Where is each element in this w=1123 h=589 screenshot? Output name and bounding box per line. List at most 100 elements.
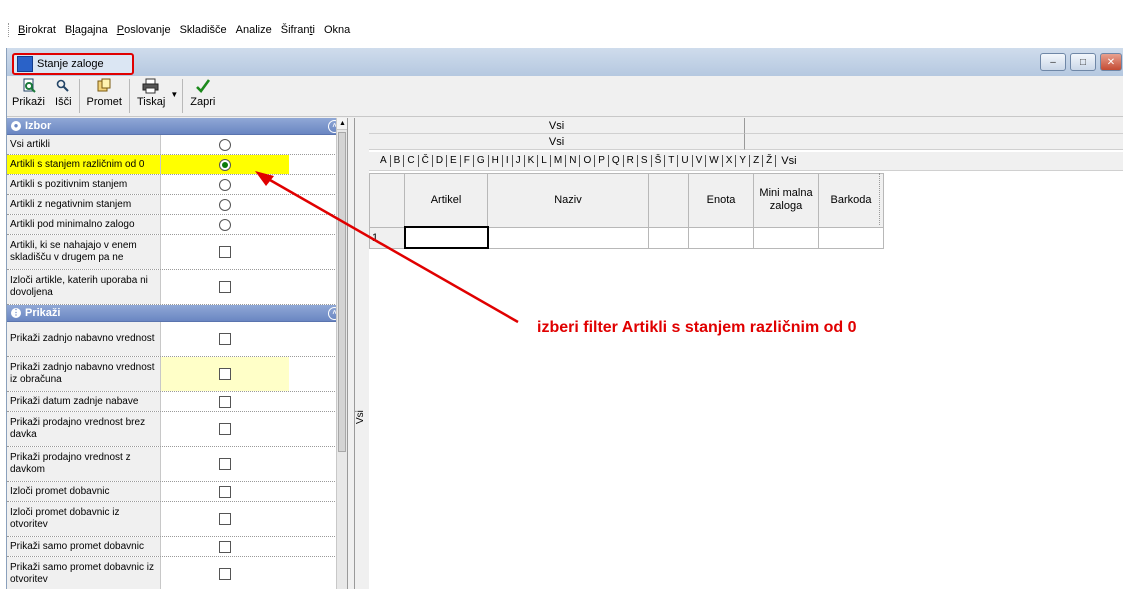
alphabet-filter-letter[interactable]: V <box>693 155 707 167</box>
prikazi-row[interactable]: Prikaži samo promet dobavnic <box>7 537 347 557</box>
close-button[interactable]: ✕ <box>1100 53 1122 71</box>
izbor-row[interactable]: Izloči artikle, katerih uporaba ni dovol… <box>7 270 347 305</box>
zapri-button[interactable]: Zapri <box>185 76 220 116</box>
column-header-blank[interactable] <box>648 173 689 228</box>
prikazi-row[interactable]: Prikaži datum zadnje nabave <box>7 392 347 412</box>
radio-button[interactable] <box>219 138 231 151</box>
column-header-minimalna-zaloga[interactable]: Mini malna zaloga <box>753 173 819 228</box>
prikazi-row[interactable]: Prikaži zadnjo nabavno vrednost <box>7 322 347 357</box>
menu-analize[interactable]: Analize <box>236 24 272 36</box>
filter-panel-scrollbar[interactable]: ▲ <box>336 118 347 589</box>
menu-sifranti[interactable]: Šifranti <box>281 24 315 36</box>
alphabet-filter-letter[interactable]: N <box>566 155 581 167</box>
maximize-button[interactable]: □ <box>1070 53 1096 71</box>
izbor-row[interactable]: Artikli, ki se nahajajo v enem skladišču… <box>7 235 347 270</box>
alphabet-filter-letter[interactable]: E <box>447 155 461 167</box>
alphabet-filter-letter[interactable]: L <box>538 155 551 167</box>
prikazi-row[interactable]: Prikaži samo promet dobavnic iz otvorite… <box>7 557 347 589</box>
alphabet-filter-letter[interactable]: F <box>461 155 474 167</box>
alphabet-filter-all[interactable]: Vsi <box>776 155 799 167</box>
checkbox[interactable] <box>219 513 231 525</box>
izbor-row[interactable]: Artikli s stanjem različnim od 0 <box>7 155 347 175</box>
table-row[interactable]: 1 <box>369 226 884 249</box>
column-header-enota[interactable]: Enota <box>688 173 754 228</box>
cell-minimalna-zaloga[interactable] <box>753 226 819 249</box>
promet-button[interactable]: Promet <box>82 76 127 116</box>
izbor-row[interactable]: Vsi artikli <box>7 135 347 155</box>
menu-skladisce[interactable]: Skladišče <box>180 24 227 36</box>
vertical-tab-vsi[interactable]: Vsi <box>354 118 370 589</box>
checkbox[interactable] <box>219 368 231 380</box>
prikazi-row[interactable]: Prikaži prodajno vrednost brez davka <box>7 412 347 447</box>
prikazi-row[interactable]: Izloči promet dobavnic <box>7 482 347 502</box>
tiskaj-dropdown[interactable]: ▼ <box>170 76 180 116</box>
column-header-artikel[interactable]: Artikel <box>404 173 488 228</box>
tiskaj-button[interactable]: Tiskaj <box>132 76 170 116</box>
izbor-row[interactable]: Artikli pod minimalno zalogo <box>7 215 347 235</box>
checkbox[interactable] <box>219 333 231 345</box>
prikazi-row[interactable]: Prikaži zadnjo nabavno vrednost iz obrač… <box>7 357 347 392</box>
checkbox[interactable] <box>219 246 231 258</box>
minimize-button[interactable]: – <box>1040 53 1066 71</box>
column-header-barkoda[interactable]: Barkoda <box>818 173 884 228</box>
cell-barkoda[interactable] <box>818 226 884 249</box>
alphabet-filter-letter[interactable]: G <box>474 155 489 167</box>
isci-button[interactable]: Išči <box>50 76 77 116</box>
group-header-cell[interactable]: Vsi <box>369 134 745 150</box>
alphabet-filter-letter[interactable]: H <box>489 155 503 167</box>
alphabet-filter-letter[interactable]: P <box>595 155 609 167</box>
alphabet-filter-letter[interactable]: Š <box>652 155 666 167</box>
alphabet-filter-letter[interactable]: T <box>665 155 679 167</box>
menu-poslovanje[interactable]: Poslovanje <box>117 24 171 36</box>
alphabet-filter-letter[interactable]: Q <box>609 155 624 167</box>
alphabet-filter-letter[interactable]: Z <box>750 155 764 167</box>
alphabet-filter-letter[interactable]: I <box>503 155 513 167</box>
alphabet-filter-letter[interactable]: M <box>551 155 567 167</box>
alphabet-filter-letter[interactable]: Ž <box>763 155 777 167</box>
checkbox[interactable] <box>219 540 231 553</box>
alphabet-filter-letter[interactable]: W <box>706 155 723 167</box>
prikazi-row[interactable]: Izloči promet dobavnic iz otvoritev <box>7 502 347 537</box>
alphabet-filter-letter[interactable]: S <box>638 155 652 167</box>
cell-naziv[interactable] <box>487 226 649 249</box>
alphabet-filter-letter[interactable]: D <box>433 155 448 167</box>
scroll-up-icon[interactable]: ▲ <box>337 118 347 130</box>
cell-enota[interactable] <box>688 226 754 249</box>
checkbox[interactable] <box>219 485 231 498</box>
alphabet-filter-letter[interactable]: O <box>580 155 596 167</box>
prikazi-button[interactable]: Prikaži <box>7 76 50 116</box>
alphabet-filter-letter[interactable]: Y <box>736 155 751 167</box>
menu-birokrat[interactable]: Birokrat <box>18 24 56 36</box>
column-header-naziv[interactable]: Naziv <box>487 173 649 228</box>
izbor-row[interactable]: Artikli s pozitivnim stanjem <box>7 175 347 195</box>
prikazi-group-header[interactable]: ⋮ Prikaži ˄ <box>7 305 347 322</box>
checkbox[interactable] <box>219 458 231 470</box>
izbor-group-header[interactable]: ● Izbor ˄ <box>7 118 347 135</box>
group-header-cell[interactable]: Vsi <box>369 118 745 134</box>
checkbox[interactable] <box>219 568 231 580</box>
cell-artikel[interactable] <box>403 226 489 249</box>
alphabet-filter-letter[interactable]: X <box>723 155 737 167</box>
radio-button[interactable] <box>219 198 231 211</box>
alphabet-filter-letter[interactable]: A <box>369 155 391 167</box>
checkbox[interactable] <box>219 395 231 408</box>
cell-blank[interactable] <box>648 226 689 249</box>
checkbox[interactable] <box>219 423 231 435</box>
alphabet-filter-letter[interactable]: K <box>525 155 539 167</box>
scrollbar-thumb[interactable] <box>338 132 346 452</box>
izbor-row[interactable]: Artikli z negativnim stanjem <box>7 195 347 215</box>
checkbox[interactable] <box>219 281 231 293</box>
radio-button[interactable] <box>219 158 231 171</box>
alphabet-filter-letter[interactable]: U <box>678 155 693 167</box>
radio-button[interactable] <box>219 178 231 191</box>
menu-okna[interactable]: Okna <box>324 24 350 36</box>
alphabet-filter-letter[interactable]: C <box>404 155 419 167</box>
menu-blagajna[interactable]: Blagajna <box>65 24 108 36</box>
prikazi-row[interactable]: Prikaži prodajno vrednost z davkom <box>7 447 347 482</box>
radio-button[interactable] <box>219 218 231 231</box>
alphabet-filter-letter[interactable]: B <box>391 155 405 167</box>
alphabet-filter-letter[interactable]: J <box>513 155 525 167</box>
alphabet-filter-letter[interactable]: Č <box>419 155 433 167</box>
annotation-text: izberi filter Artikli s stanjem različni… <box>537 319 857 336</box>
alphabet-filter-letter[interactable]: R <box>624 155 638 167</box>
